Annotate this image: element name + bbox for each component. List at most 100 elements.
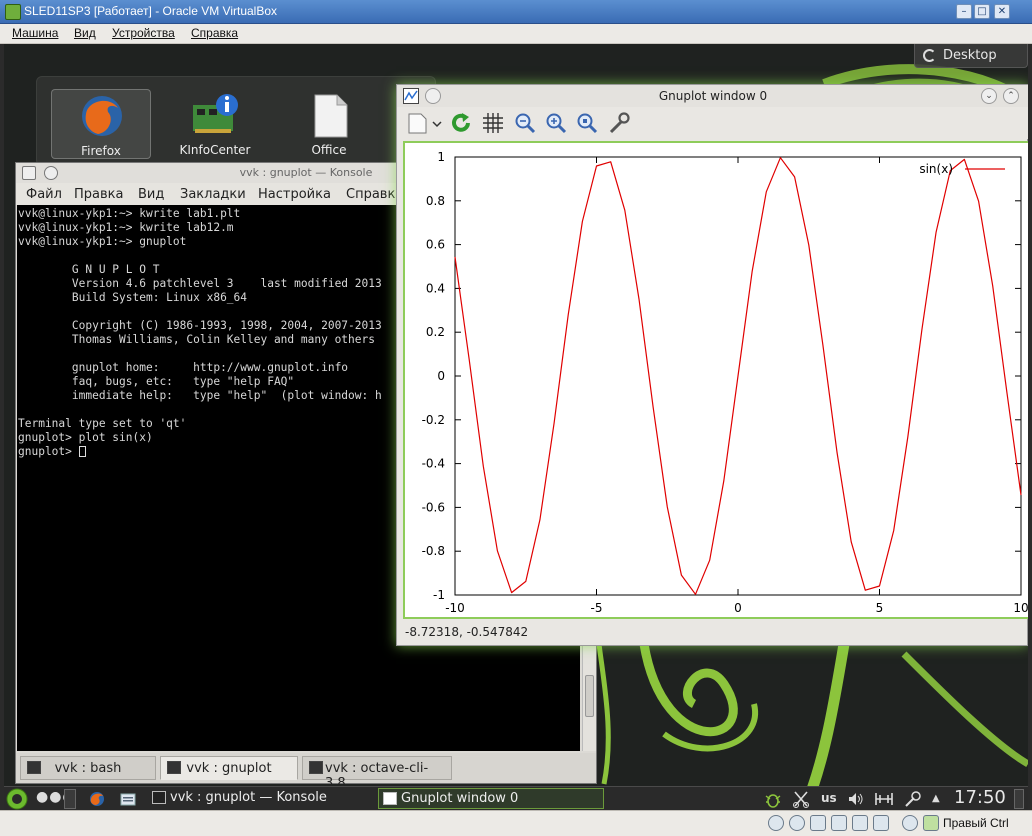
- menu-settings[interactable]: Настройка: [258, 187, 331, 202]
- tab-label: vvk : bash: [54, 761, 122, 776]
- shared-folders-icon[interactable]: [852, 815, 868, 831]
- show-hidden-tray-icon[interactable]: ▲: [932, 793, 940, 809]
- desktop-icon-firefox[interactable]: Firefox: [51, 89, 151, 159]
- clock[interactable]: 17:50: [954, 787, 1006, 808]
- firefox-launcher-icon[interactable]: [89, 791, 105, 807]
- x-tick-label: 5: [876, 601, 884, 615]
- cursor-coordinates: -8.72318, -0.547842: [405, 625, 529, 639]
- y-tick-label: 0.2: [426, 325, 445, 339]
- gnuplot-title: Gnuplot window 0: [658, 89, 768, 103]
- x-tick-label: -10: [445, 601, 465, 615]
- gnuplot-app-icon: [383, 792, 397, 805]
- tab-bash[interactable]: vvk : bash: [20, 756, 156, 780]
- terminal-icon: [309, 761, 323, 774]
- host-menubar: Машина Вид Устройства Справка: [0, 24, 1032, 44]
- gnuplot-window: Gnuplot window 0 ⌄ ⌃ 1 0.8 0.6 0.4 0.2 0…: [396, 84, 1028, 646]
- tab-octave[interactable]: vvk : octave-cli-3.8.: [302, 756, 452, 791]
- menu-file[interactable]: Файл: [26, 187, 62, 202]
- keyboard-capture-icon[interactable]: [923, 815, 939, 831]
- y-tick-label: -0.8: [422, 544, 445, 558]
- desktop-icon-office[interactable]: Office: [279, 89, 379, 159]
- replot-icon[interactable]: [449, 111, 473, 135]
- clipboard-scissors-icon[interactable]: [792, 790, 810, 808]
- desktop-button-label: Desktop: [943, 48, 997, 63]
- settings-icon[interactable]: [607, 111, 631, 135]
- device-notifier-icon[interactable]: [904, 790, 922, 808]
- export-icon[interactable]: [405, 111, 445, 135]
- virtualbox-icon: [5, 4, 21, 20]
- terminal-cursor: [78, 446, 86, 457]
- usb-icon[interactable]: [810, 815, 826, 831]
- desktop-icon-label: Office: [311, 143, 347, 157]
- maximize-button[interactable]: □: [974, 4, 990, 19]
- grid-icon[interactable]: [481, 111, 505, 135]
- y-tick-label: -0.6: [422, 500, 445, 514]
- menu-help[interactable]: Справка: [346, 187, 403, 202]
- keyboard-layout-indicator[interactable]: us: [821, 791, 837, 807]
- desktop-icon-label: KInfoCenter: [179, 143, 251, 157]
- updater-bug-icon[interactable]: [764, 790, 782, 808]
- show-desktop-icon[interactable]: [1014, 789, 1024, 809]
- application-launcher-icon[interactable]: [6, 788, 28, 810]
- desktop-toolbox-button[interactable]: Desktop: [914, 44, 1028, 68]
- host-titlebar: SLED11SP3 [Работает] - Oracle VM Virtual…: [0, 0, 1032, 24]
- desktop-icon-label: Firefox: [81, 144, 121, 158]
- gnuplot-toolbar: [397, 107, 1028, 139]
- minimize-button[interactable]: ⌄: [981, 88, 997, 104]
- sin-plot: 1 0.8 0.6 0.4 0.2 0 -0.2 -0.4 -0.6 -0.8 -1-10 -5 0 5 1…: [422, 150, 1028, 615]
- minimize-button[interactable]: –: [956, 4, 972, 19]
- zoom-out-icon[interactable]: [513, 111, 537, 135]
- host-window-title: SLED11SP3 [Работает] - Oracle VM Virtual…: [24, 4, 278, 18]
- close-button[interactable]: ✕: [994, 4, 1010, 19]
- y-tick-label: 1: [437, 150, 445, 164]
- legend-label: sin(x): [919, 162, 953, 176]
- gnuplot-titlebar[interactable]: Gnuplot window 0 ⌄ ⌃: [397, 85, 1028, 107]
- maximize-button[interactable]: ⌃: [1003, 88, 1019, 104]
- plot-canvas[interactable]: 1 0.8 0.6 0.4 0.2 0 -0.2 -0.4 -0.6 -0.8 -1 -10 -5 0 5 1…: [403, 141, 1028, 619]
- menu-bookmarks[interactable]: Закладки: [180, 187, 246, 202]
- network-icon[interactable]: [874, 791, 894, 807]
- y-tick-label: -0.4: [422, 457, 445, 471]
- mouse-integration-icon[interactable]: [902, 815, 918, 831]
- y-tick-label: 0: [437, 369, 445, 383]
- pager-icon[interactable]: [64, 789, 76, 809]
- terminal-prompt: gnuplot>: [18, 445, 79, 458]
- desktop-icon-kinfocenter[interactable]: KInfoCenter: [165, 89, 265, 159]
- scrollbar-thumb[interactable]: [585, 675, 594, 717]
- y-tick-label: -0.2: [422, 413, 445, 427]
- menu-machine[interactable]: Машина: [12, 26, 58, 40]
- menu-view[interactable]: Вид: [138, 187, 164, 202]
- zoom-in-icon[interactable]: [544, 111, 568, 135]
- zoom-fit-icon[interactable]: [575, 111, 599, 135]
- series-line-sin: [454, 157, 1022, 595]
- y-tick-label: 0.8: [426, 194, 445, 208]
- x-tick-label: 0: [734, 601, 742, 615]
- x-tick-label: 10: [1013, 601, 1028, 615]
- file-manager-icon[interactable]: [120, 791, 136, 807]
- host-key-label: Правый Ctrl: [943, 816, 1009, 830]
- volume-icon[interactable]: [848, 791, 864, 807]
- optical-drive-icon[interactable]: [789, 815, 805, 831]
- taskbar-item-konsole[interactable]: vvk : gnuplot — Konsole: [148, 788, 366, 809]
- y-tick-label: 0.4: [426, 281, 445, 295]
- folder-view-widget: Firefox KInfoCenter Office: [36, 76, 436, 166]
- firefox-icon: [82, 96, 122, 136]
- hard-disk-icon[interactable]: [768, 815, 784, 831]
- network-adapter-icon[interactable]: [831, 815, 847, 831]
- konsole-tabbar: vvk : bash vvk : gnuplot vvk : octave-cl…: [16, 753, 596, 791]
- taskbar-item-gnuplot[interactable]: Gnuplot window 0: [378, 788, 604, 809]
- guest-taskbar: ●●● vvk : gnuplot — Konsole Gnuplot wind…: [4, 786, 1028, 810]
- tab-gnuplot[interactable]: vvk : gnuplot: [160, 756, 298, 780]
- tab-label: vvk : gnuplot: [186, 761, 272, 776]
- menu-view[interactable]: Вид: [74, 26, 96, 40]
- menu-devices[interactable]: Устройства: [112, 26, 175, 40]
- taskbar-item-label: Gnuplot window 0: [401, 791, 519, 806]
- menu-edit[interactable]: Правка: [74, 187, 123, 202]
- y-tick-label: 0.6: [426, 238, 445, 252]
- display-icon[interactable]: [873, 815, 889, 831]
- taskbar-item-label: vvk : gnuplot — Konsole: [170, 790, 327, 805]
- kinfocenter-icon: [193, 94, 238, 133]
- cashew-icon: [923, 49, 936, 62]
- guest-desktop: Desktop Firefox KInfoCenter Office vvk:…: [4, 44, 1028, 810]
- menu-help[interactable]: Справка: [191, 26, 238, 40]
